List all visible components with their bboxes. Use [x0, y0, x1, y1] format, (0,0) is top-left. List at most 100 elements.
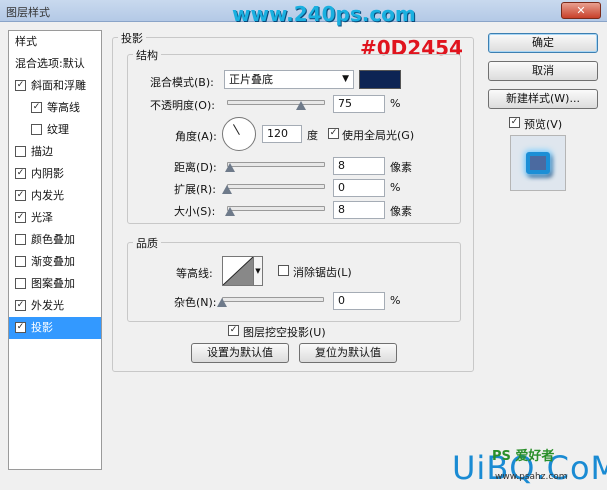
reset-default-button[interactable]: 复位为默认值 [299, 343, 397, 363]
style-item-inner-glow[interactable]: ✓ 内发光 [9, 185, 101, 207]
style-item-label: 内发光 [31, 189, 64, 202]
quality-group [127, 242, 461, 322]
texture-checkbox[interactable] [31, 124, 42, 135]
satin-checkbox[interactable]: ✓ [15, 212, 26, 223]
color-overlay-checkbox[interactable] [15, 234, 26, 245]
style-item-color-overlay[interactable]: 颜色叠加 [9, 229, 101, 251]
spread-slider-thumb[interactable] [222, 185, 232, 194]
inner-shadow-checkbox[interactable]: ✓ [15, 168, 26, 179]
distance-input[interactable]: 8 [333, 157, 385, 175]
shadow-color-swatch[interactable] [359, 70, 401, 89]
style-item-pattern-overlay[interactable]: 图案叠加 [9, 273, 101, 295]
style-item-stroke[interactable]: 描边 [9, 141, 101, 163]
style-item-label: 光泽 [31, 211, 53, 224]
contour-label: 等高线: [176, 267, 213, 280]
angle-label: 角度(A): [175, 130, 217, 143]
preview-label: 预览(V) [524, 118, 563, 131]
size-input[interactable]: 8 [333, 201, 385, 219]
distance-label: 距离(D): [174, 161, 217, 174]
style-item-label: 图案叠加 [31, 277, 75, 290]
gradient-overlay-checkbox[interactable] [15, 256, 26, 267]
preview-swatch [526, 152, 550, 174]
style-item-label: 外发光 [31, 299, 64, 312]
style-item-gradient-overlay[interactable]: 渐变叠加 [9, 251, 101, 273]
style-item-label: 斜面和浮雕 [31, 79, 86, 92]
noise-unit: % [390, 294, 401, 307]
style-item-label: 纹理 [47, 123, 69, 136]
angle-dial[interactable] [222, 117, 256, 151]
contour-picker[interactable] [222, 256, 254, 286]
antialias-label: 消除锯齿(L) [293, 266, 352, 279]
preview-checkbox[interactable]: ✓ [509, 117, 520, 128]
style-item-outer-glow[interactable]: ✓ 外发光 [9, 295, 101, 317]
blend-mode-value: 正片叠底 [229, 73, 273, 86]
spread-slider[interactable] [227, 184, 325, 189]
noise-slider[interactable] [222, 297, 324, 302]
style-item-satin[interactable]: ✓ 光泽 [9, 207, 101, 229]
size-slider[interactable] [227, 206, 325, 211]
style-item-label: 投影 [31, 321, 53, 334]
style-item-label: 内阴影 [31, 167, 64, 180]
global-light-checkbox[interactable]: ✓ [328, 128, 339, 139]
contour-dropdown-arrow-icon[interactable]: ▼ [254, 256, 263, 286]
style-item-contour[interactable]: ✓ 等高线 [9, 97, 101, 119]
inner-glow-checkbox[interactable]: ✓ [15, 190, 26, 201]
style-list-header[interactable]: 样式 [9, 31, 101, 53]
watermark-ps-logo: PS 爱好者 [492, 449, 555, 464]
window-title: 图层样式 [6, 6, 50, 19]
ok-button[interactable]: 确定 [488, 33, 598, 53]
style-list-header-label: 样式 [15, 35, 37, 48]
size-slider-thumb[interactable] [224, 207, 235, 216]
noise-label: 杂色(N): [174, 296, 217, 309]
angle-input[interactable]: 120 [262, 125, 302, 143]
pattern-overlay-checkbox[interactable] [15, 278, 26, 289]
style-item-texture[interactable]: 纹理 [9, 119, 101, 141]
style-item-drop-shadow[interactable]: ✓ 投影 [9, 317, 101, 339]
style-item-label: 等高线 [47, 101, 80, 114]
opacity-label: 不透明度(O): [150, 99, 215, 112]
size-unit: 像素 [390, 205, 412, 218]
opacity-unit: % [390, 97, 401, 110]
close-button[interactable]: ✕ [561, 2, 601, 19]
style-item-label: 混合选项:默认 [15, 57, 85, 70]
cancel-button[interactable]: 取消 [488, 61, 598, 81]
style-list: 样式 混合选项:默认 ✓ 斜面和浮雕 ✓ 等高线 纹理 描边 ✓ 内阴影 ✓ 内… [8, 30, 102, 470]
distance-slider-thumb[interactable] [224, 163, 235, 172]
style-item-bevel-emboss[interactable]: ✓ 斜面和浮雕 [9, 75, 101, 97]
contour-checkbox[interactable]: ✓ [31, 102, 42, 113]
distance-slider[interactable] [227, 162, 325, 167]
angle-unit: 度 [307, 129, 318, 142]
opacity-slider[interactable] [227, 100, 325, 105]
spread-label: 扩展(R): [174, 183, 216, 196]
bevel-emboss-checkbox[interactable]: ✓ [15, 80, 26, 91]
blend-mode-label: 混合模式(B): [150, 76, 214, 89]
style-item-label: 描边 [31, 145, 53, 158]
structure-title: 结构 [133, 47, 161, 63]
spread-unit: % [390, 181, 401, 194]
size-label: 大小(S): [174, 205, 216, 218]
outer-glow-checkbox[interactable]: ✓ [15, 300, 26, 311]
style-item-inner-shadow[interactable]: ✓ 内阴影 [9, 163, 101, 185]
quality-title: 品质 [133, 235, 161, 251]
blend-mode-select[interactable]: 正片叠底 ▼ [224, 70, 354, 89]
spread-input[interactable]: 0 [333, 179, 385, 197]
drop-shadow-checkbox[interactable]: ✓ [15, 322, 26, 333]
contour-curve-icon [222, 256, 254, 286]
antialias-checkbox[interactable] [278, 265, 289, 276]
angle-dial-needle [233, 124, 240, 135]
opacity-input[interactable]: 75 [333, 95, 385, 113]
noise-input[interactable]: 0 [333, 292, 385, 310]
noise-slider-thumb[interactable] [217, 298, 227, 307]
stroke-checkbox[interactable] [15, 146, 26, 157]
style-item-label: 渐变叠加 [31, 255, 75, 268]
knockout-checkbox[interactable]: ✓ [228, 325, 239, 336]
opacity-slider-thumb[interactable] [295, 101, 306, 110]
style-item-blending-options[interactable]: 混合选项:默认 [9, 53, 101, 75]
style-item-label: 颜色叠加 [31, 233, 75, 246]
style-preview-thumbnail [510, 135, 566, 191]
knockout-label: 图层挖空投影(U) [243, 326, 326, 339]
watermark-site-small: www.psahz.com [495, 472, 568, 482]
new-style-button[interactable]: 新建样式(W)... [488, 89, 598, 109]
make-default-button[interactable]: 设置为默认值 [191, 343, 289, 363]
global-light-label: 使用全局光(G) [342, 129, 415, 142]
